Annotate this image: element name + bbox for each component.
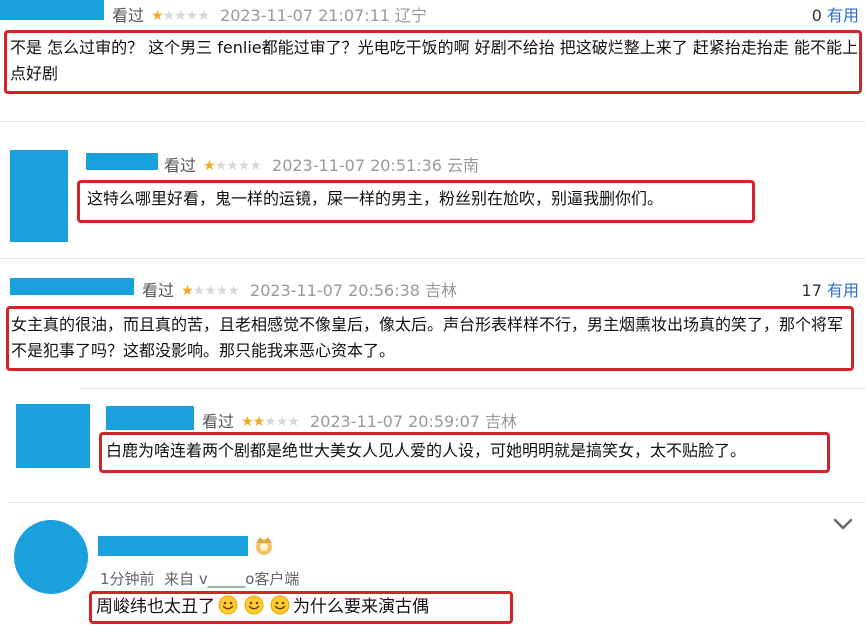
username-redacted (10, 278, 134, 295)
comment-text-start: 周峻纬也太丑了 (96, 597, 215, 617)
review-datetime: 2023-11-07 21:07:11 (220, 6, 390, 25)
star-icon: ★ (214, 158, 228, 174)
star-icon: ★ (226, 158, 239, 174)
review-region: 吉林 (425, 281, 458, 300)
rating-stars: ★★★★★ (181, 283, 240, 299)
star-icon: ★ (275, 414, 289, 430)
review-meta: 看过 ★★★★★ 2023-11-07 21:07:11 辽宁 (112, 2, 427, 26)
username-redacted (0, 0, 104, 20)
star-icon: ★ (215, 283, 229, 299)
review-text: 白鹿为啥连着两个剧都是绝世大美女人见人爱的人设，可她明明就是搞笑女，太不贴脸了。 (106, 441, 747, 460)
rating-stars: ★★★★★ (203, 158, 262, 174)
star-icon: ★ (174, 8, 187, 24)
useful-vote[interactable]: 17 有用 (802, 277, 859, 301)
review-datetime: 2023-11-07 20:56:38 (250, 281, 420, 300)
seen-label: 看过 (142, 281, 175, 300)
star-icon: ★ (237, 158, 251, 174)
avatar[interactable] (10, 150, 68, 242)
star-icon: ★ (227, 283, 240, 299)
username-redacted (106, 406, 194, 430)
review-meta: 看过 ★★★★★ 2023-11-07 20:59:07 吉林 (202, 408, 517, 432)
comment-source: 1分钟前 来自 v_____o客户端 (100, 570, 300, 588)
star-icon: ★ (287, 414, 300, 430)
review-datetime: 2023-11-07 20:59:07 (310, 412, 480, 431)
useful-count: 0 (811, 6, 822, 25)
username-redacted (98, 536, 248, 556)
star-icon: ★ (264, 414, 277, 430)
star-icon: ★ (185, 8, 199, 24)
comment-text: 周峻纬也太丑了 为什么要来演古偶 (96, 594, 429, 620)
chevron-down-icon[interactable] (832, 514, 854, 534)
star-icon: ★ (249, 158, 262, 174)
divider (80, 388, 865, 389)
seen-label: 看过 (202, 412, 235, 431)
rating-stars: ★★★★★ (151, 8, 210, 24)
seen-label: 看过 (164, 156, 197, 175)
review-text: 不是 怎么过审的？ 这个男三 fenlie都能过审了？光电吃干饭的啊 好剧不给抬… (10, 38, 858, 83)
review-meta: 看过 ★★★★★ 2023-11-07 20:56:38 吉林 (142, 277, 457, 301)
star-icon: ★ (197, 8, 210, 24)
avatar[interactable] (16, 404, 90, 468)
review-meta: 看过 ★★★★★ 2023-11-07 20:51:36 云南 (164, 152, 479, 176)
review-region: 吉林 (485, 412, 518, 431)
crown-badge-icon (252, 534, 276, 556)
useful-count: 17 (801, 281, 822, 300)
star-icon: ★ (192, 283, 206, 299)
divider (0, 258, 865, 259)
star-icon: ★ (151, 8, 164, 24)
seen-label: 看过 (112, 6, 145, 25)
star-icon: ★ (252, 414, 266, 430)
star-icon: ★ (181, 283, 194, 299)
smile-emoji-icon (267, 595, 293, 617)
username-redacted (86, 153, 158, 170)
comment-text-end: 为什么要来演古偶 (293, 597, 429, 617)
divider (0, 121, 865, 122)
avatar[interactable] (14, 520, 88, 594)
useful-vote[interactable]: 0 有用 (812, 2, 859, 26)
review-datetime: 2023-11-07 20:51:36 (272, 156, 442, 175)
useful-link[interactable]: 有用 (827, 6, 859, 25)
star-icon: ★ (162, 8, 176, 24)
divider (8, 502, 865, 503)
emoji-row (215, 595, 293, 617)
review-region: 云南 (447, 156, 480, 175)
rating-stars: ★★★★★ (241, 414, 300, 430)
review-text: 女主真的很油，而且真的苦，且老相感觉不像皇后，像太后。声台形表样样不行，男主烟熏… (11, 315, 844, 360)
review-region: 辽宁 (395, 6, 428, 25)
star-icon: ★ (204, 283, 217, 299)
smile-emoji-icon (215, 595, 241, 617)
review-text: 这特么哪里好看，鬼一样的运镜，屎一样的男主，粉丝别在尬吹，别逼我删你们。 (87, 189, 664, 208)
useful-link[interactable]: 有用 (827, 281, 859, 300)
star-icon: ★ (241, 414, 254, 430)
smile-emoji-icon (241, 595, 267, 617)
star-icon: ★ (203, 158, 216, 174)
